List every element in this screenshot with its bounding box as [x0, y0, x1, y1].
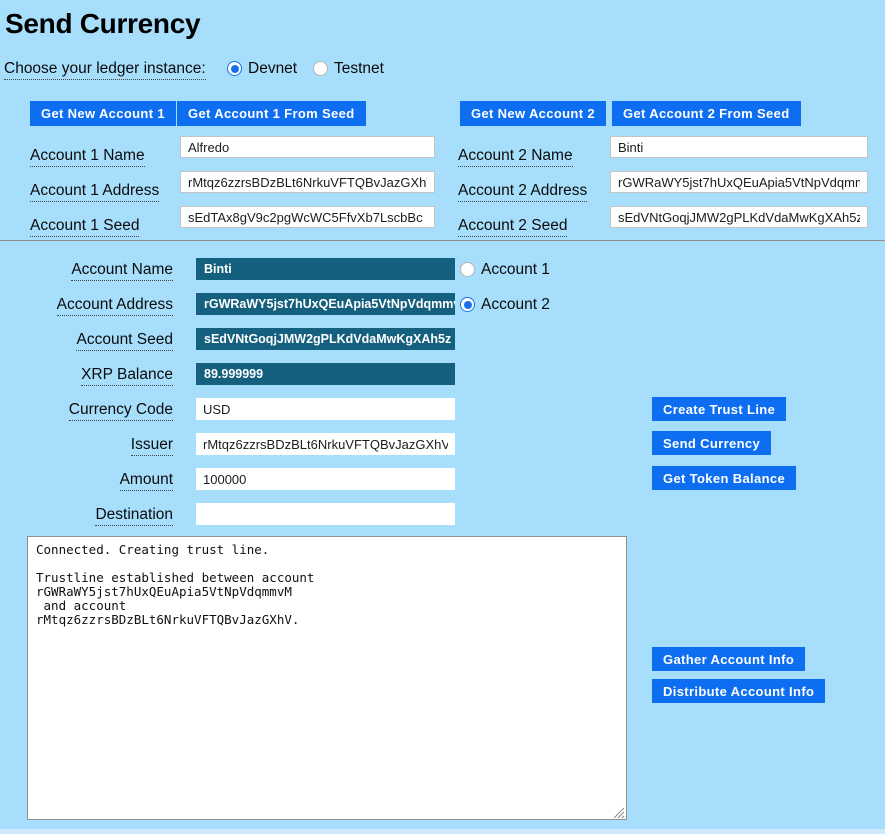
account1-name-field[interactable]	[180, 136, 435, 158]
account-seed-value: sEdVNtGoqjJMW2gPLKdVdaMwKgXAh5z	[196, 328, 455, 350]
page-bottom-strip	[0, 829, 885, 834]
distribute-account-info-button[interactable]: Distribute Account Info	[652, 679, 826, 703]
xrp-balance-label: XRP Balance	[0, 366, 173, 386]
account1-seed-label: Account 1 Seed	[30, 217, 140, 237]
account1-address-label: Account 1 Address	[30, 182, 160, 202]
account1-address-field[interactable]	[180, 171, 435, 193]
destination-field[interactable]	[196, 503, 455, 525]
testnet-radio-label[interactable]: Testnet	[334, 60, 384, 78]
devnet-radio-label[interactable]: Devnet	[248, 60, 297, 78]
get-new-account2-button[interactable]: Get New Account 2	[460, 101, 606, 126]
get-account1-from-seed-button[interactable]: Get Account 1 From Seed	[177, 101, 366, 126]
account-name-value: Binti	[196, 258, 455, 280]
get-new-account1-button[interactable]: Get New Account 1	[30, 101, 176, 126]
account-address-value: rGWRaWY5jst7hUxQEuApia5VtNpVdqmmvM	[196, 293, 455, 315]
get-account2-from-seed-button[interactable]: Get Account 2 From Seed	[612, 101, 801, 126]
issuer-field[interactable]	[196, 433, 455, 455]
account2-seed-field[interactable]	[610, 206, 868, 228]
account-seed-label: Account Seed	[0, 331, 173, 351]
account2-address-label: Account 2 Address	[458, 182, 588, 202]
page-title: Send Currency	[5, 8, 201, 39]
account1-radio[interactable]	[460, 262, 475, 277]
devnet-radio[interactable]	[227, 61, 242, 76]
account1-seed-field[interactable]	[180, 206, 435, 228]
amount-label: Amount	[0, 471, 173, 491]
account2-seed-label: Account 2 Seed	[458, 217, 568, 237]
send-currency-page: Send Currency Choose your ledger instanc…	[0, 0, 885, 834]
testnet-radio[interactable]	[313, 61, 328, 76]
ledger-instance-label: Choose your ledger instance:	[4, 60, 206, 80]
currency-code-field[interactable]	[196, 398, 455, 420]
results-log[interactable]: Connected. Creating trust line. Trustlin…	[27, 536, 627, 820]
account2-radio[interactable]	[460, 297, 475, 312]
send-currency-button[interactable]: Send Currency	[652, 431, 772, 455]
account-name-label: Account Name	[0, 261, 173, 281]
account2-address-field[interactable]	[610, 171, 868, 193]
gather-account-info-button[interactable]: Gather Account Info	[652, 647, 806, 671]
currency-code-label: Currency Code	[0, 401, 173, 421]
destination-label: Destination	[0, 506, 173, 526]
create-trust-line-button[interactable]: Create Trust Line	[652, 397, 787, 421]
account1-name-label: Account 1 Name	[30, 147, 145, 167]
xrp-balance-value: 89.999999	[196, 363, 455, 385]
account-address-label: Account Address	[0, 296, 173, 316]
section-divider	[0, 240, 885, 241]
amount-field[interactable]	[196, 468, 455, 490]
get-token-balance-button[interactable]: Get Token Balance	[652, 466, 797, 490]
account2-name-field[interactable]	[610, 136, 868, 158]
account1-radio-label[interactable]: Account 1	[481, 261, 550, 279]
issuer-label: Issuer	[0, 436, 173, 456]
account2-name-label: Account 2 Name	[458, 147, 573, 167]
account2-radio-label[interactable]: Account 2	[481, 296, 550, 314]
